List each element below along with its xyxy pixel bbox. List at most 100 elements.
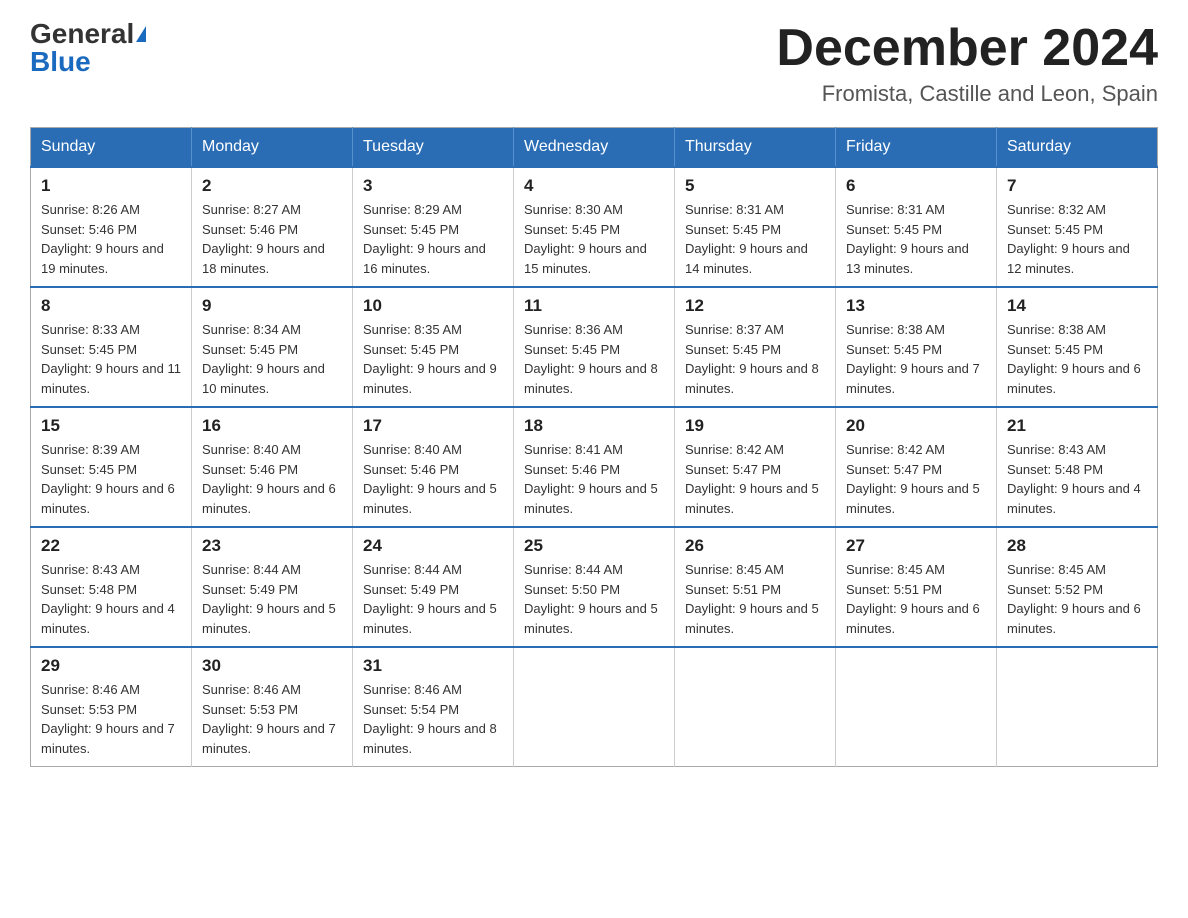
day-sun-info: Sunrise: 8:31 AMSunset: 5:45 PMDaylight:… (685, 200, 825, 278)
weekday-header-row: SundayMondayTuesdayWednesdayThursdayFrid… (31, 128, 1158, 168)
calendar-cell: 30 Sunrise: 8:46 AMSunset: 5:53 PMDayligh… (192, 647, 353, 767)
calendar-cell: 9 Sunrise: 8:34 AMSunset: 5:45 PMDaylight… (192, 287, 353, 407)
calendar-cell: 5 Sunrise: 8:31 AMSunset: 5:45 PMDaylight… (675, 167, 836, 287)
day-sun-info: Sunrise: 8:46 AMSunset: 5:53 PMDaylight:… (202, 680, 342, 758)
week-row-1: 1 Sunrise: 8:26 AMSunset: 5:46 PMDaylight… (31, 167, 1158, 287)
day-number: 4 (524, 176, 664, 196)
calendar-cell: 13 Sunrise: 8:38 AMSunset: 5:45 PMDayligh… (836, 287, 997, 407)
day-number: 26 (685, 536, 825, 556)
day-number: 6 (846, 176, 986, 196)
day-number: 28 (1007, 536, 1147, 556)
day-number: 31 (363, 656, 503, 676)
day-sun-info: Sunrise: 8:42 AMSunset: 5:47 PMDaylight:… (685, 440, 825, 518)
calendar-cell (514, 647, 675, 767)
day-number: 9 (202, 296, 342, 316)
logo-triangle-icon (136, 26, 146, 42)
calendar-cell: 27Sunrise: 8:45 AMSunset: 5:51 PMDayligh… (836, 527, 997, 647)
day-number: 22 (41, 536, 181, 556)
day-sun-info: Sunrise: 8:32 AMSunset: 5:45 PMDaylight:… (1007, 200, 1147, 278)
day-number: 19 (685, 416, 825, 436)
day-sun-info: Sunrise: 8:34 AMSunset: 5:45 PMDaylight:… (202, 320, 342, 398)
week-row-4: 22 Sunrise: 8:43 AMSunset: 5:48 PMDayligh… (31, 527, 1158, 647)
calendar-cell: 2Sunrise: 8:27 AMSunset: 5:46 PMDaylight… (192, 167, 353, 287)
week-row-2: 8 Sunrise: 8:33 AMSunset: 5:45 PMDaylight… (31, 287, 1158, 407)
day-sun-info: Sunrise: 8:37 AMSunset: 5:45 PMDaylight:… (685, 320, 825, 398)
calendar-cell: 21 Sunrise: 8:43 AMSunset: 5:48 PMDayligh… (997, 407, 1158, 527)
day-number: 13 (846, 296, 986, 316)
title-area: December 2024 Fromista, Castille and Leo… (776, 20, 1158, 107)
day-number: 16 (202, 416, 342, 436)
calendar-cell: 10 Sunrise: 8:35 AMSunset: 5:45 PMDayligh… (353, 287, 514, 407)
calendar-table: SundayMondayTuesdayWednesdayThursdayFrid… (30, 127, 1158, 767)
calendar-cell: 22 Sunrise: 8:43 AMSunset: 5:48 PMDayligh… (31, 527, 192, 647)
day-sun-info: Sunrise: 8:46 AMSunset: 5:53 PMDaylight:… (41, 680, 181, 758)
week-row-3: 15Sunrise: 8:39 AMSunset: 5:45 PMDayligh… (31, 407, 1158, 527)
day-sun-info: Sunrise: 8:41 AMSunset: 5:46 PMDaylight:… (524, 440, 664, 518)
day-sun-info: Sunrise: 8:26 AMSunset: 5:46 PMDaylight:… (41, 200, 181, 278)
calendar-cell: 12 Sunrise: 8:37 AMSunset: 5:45 PMDayligh… (675, 287, 836, 407)
day-sun-info: Sunrise: 8:27 AMSunset: 5:46 PMDaylight:… (202, 200, 342, 278)
calendar-cell (836, 647, 997, 767)
day-sun-info: Sunrise: 8:40 AMSunset: 5:46 PMDaylight:… (363, 440, 503, 518)
day-sun-info: Sunrise: 8:45 AMSunset: 5:51 PMDaylight:… (685, 560, 825, 638)
day-sun-info: Sunrise: 8:38 AMSunset: 5:45 PMDaylight:… (1007, 320, 1147, 398)
calendar-cell: 14 Sunrise: 8:38 AMSunset: 5:45 PMDayligh… (997, 287, 1158, 407)
day-sun-info: Sunrise: 8:30 AMSunset: 5:45 PMDaylight:… (524, 200, 664, 278)
calendar-body: 1 Sunrise: 8:26 AMSunset: 5:46 PMDaylight… (31, 167, 1158, 767)
day-number: 7 (1007, 176, 1147, 196)
weekday-thursday: Thursday (675, 128, 836, 168)
month-year-title: December 2024 (776, 20, 1158, 77)
calendar-cell: 18 Sunrise: 8:41 AMSunset: 5:46 PMDayligh… (514, 407, 675, 527)
calendar-cell: 26 Sunrise: 8:45 AMSunset: 5:51 PMDayligh… (675, 527, 836, 647)
day-sun-info: Sunrise: 8:35 AMSunset: 5:45 PMDaylight:… (363, 320, 503, 398)
day-number: 14 (1007, 296, 1147, 316)
day-sun-info: Sunrise: 8:45 AMSunset: 5:51 PMDaylight:… (846, 560, 986, 638)
day-sun-info: Sunrise: 8:38 AMSunset: 5:45 PMDaylight:… (846, 320, 986, 398)
day-sun-info: Sunrise: 8:39 AMSunset: 5:45 PMDaylight:… (41, 440, 181, 518)
day-number: 5 (685, 176, 825, 196)
logo-blue-text: Blue (30, 48, 91, 76)
day-number: 21 (1007, 416, 1147, 436)
calendar-cell (675, 647, 836, 767)
day-sun-info: Sunrise: 8:45 AMSunset: 5:52 PMDaylight:… (1007, 560, 1147, 638)
calendar-cell: 23 Sunrise: 8:44 AMSunset: 5:49 PMDayligh… (192, 527, 353, 647)
calendar-cell (997, 647, 1158, 767)
calendar-cell: 20Sunrise: 8:42 AMSunset: 5:47 PMDayligh… (836, 407, 997, 527)
location-subtitle: Fromista, Castille and Leon, Spain (776, 81, 1158, 107)
day-number: 18 (524, 416, 664, 436)
day-number: 8 (41, 296, 181, 316)
day-number: 17 (363, 416, 503, 436)
calendar-header: SundayMondayTuesdayWednesdayThursdayFrid… (31, 128, 1158, 168)
weekday-saturday: Saturday (997, 128, 1158, 168)
day-sun-info: Sunrise: 8:44 AMSunset: 5:50 PMDaylight:… (524, 560, 664, 638)
calendar-cell: 7 Sunrise: 8:32 AMSunset: 5:45 PMDaylight… (997, 167, 1158, 287)
calendar-cell: 1 Sunrise: 8:26 AMSunset: 5:46 PMDaylight… (31, 167, 192, 287)
logo: General Blue (30, 20, 146, 76)
day-sun-info: Sunrise: 8:29 AMSunset: 5:45 PMDaylight:… (363, 200, 503, 278)
day-sun-info: Sunrise: 8:44 AMSunset: 5:49 PMDaylight:… (363, 560, 503, 638)
day-sun-info: Sunrise: 8:31 AMSunset: 5:45 PMDaylight:… (846, 200, 986, 278)
day-sun-info: Sunrise: 8:43 AMSunset: 5:48 PMDaylight:… (1007, 440, 1147, 518)
day-number: 12 (685, 296, 825, 316)
day-number: 30 (202, 656, 342, 676)
header: General Blue December 2024 Fromista, Cas… (30, 20, 1158, 107)
day-number: 25 (524, 536, 664, 556)
calendar-cell: 29 Sunrise: 8:46 AMSunset: 5:53 PMDayligh… (31, 647, 192, 767)
day-number: 23 (202, 536, 342, 556)
calendar-cell: 17 Sunrise: 8:40 AMSunset: 5:46 PMDayligh… (353, 407, 514, 527)
day-number: 29 (41, 656, 181, 676)
calendar-cell: 4 Sunrise: 8:30 AMSunset: 5:45 PMDaylight… (514, 167, 675, 287)
week-row-5: 29 Sunrise: 8:46 AMSunset: 5:53 PMDayligh… (31, 647, 1158, 767)
weekday-wednesday: Wednesday (514, 128, 675, 168)
day-number: 1 (41, 176, 181, 196)
day-sun-info: Sunrise: 8:36 AMSunset: 5:45 PMDaylight:… (524, 320, 664, 398)
day-sun-info: Sunrise: 8:46 AMSunset: 5:54 PMDaylight:… (363, 680, 503, 758)
day-sun-info: Sunrise: 8:33 AMSunset: 5:45 PMDaylight:… (41, 320, 181, 398)
day-sun-info: Sunrise: 8:44 AMSunset: 5:49 PMDaylight:… (202, 560, 342, 638)
calendar-cell: 28 Sunrise: 8:45 AMSunset: 5:52 PMDayligh… (997, 527, 1158, 647)
day-number: 11 (524, 296, 664, 316)
calendar-cell: 15Sunrise: 8:39 AMSunset: 5:45 PMDayligh… (31, 407, 192, 527)
day-number: 10 (363, 296, 503, 316)
weekday-sunday: Sunday (31, 128, 192, 168)
day-sun-info: Sunrise: 8:43 AMSunset: 5:48 PMDaylight:… (41, 560, 181, 638)
